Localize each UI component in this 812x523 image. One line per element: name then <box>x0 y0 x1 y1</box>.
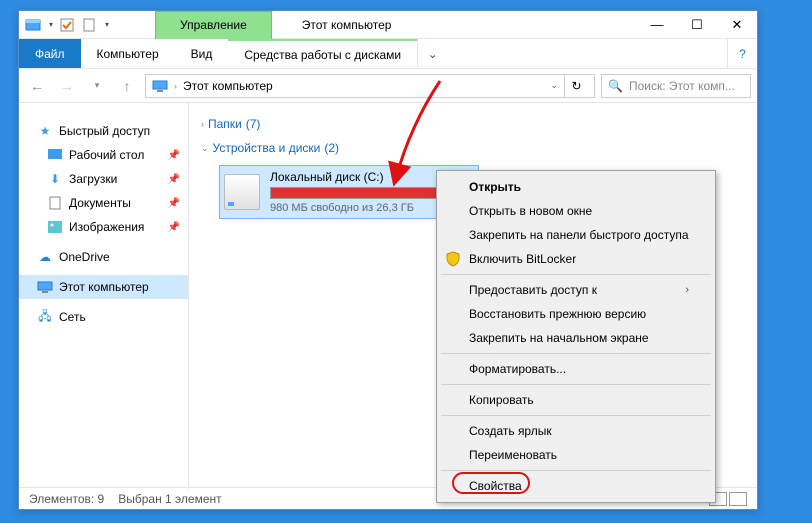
chevron-right-icon: › <box>174 81 177 91</box>
view-tiles-button[interactable] <box>729 492 747 506</box>
network-icon: 🖧 <box>37 309 53 325</box>
search-placeholder: Поиск: Этот комп... <box>629 79 735 93</box>
sidebar-this-pc[interactable]: Этот компьютер <box>19 275 188 299</box>
sidebar-network[interactable]: 🖧Сеть <box>19 305 188 329</box>
picture-icon <box>47 219 63 235</box>
download-icon: ⬇ <box>47 171 63 187</box>
context-menu: Открыть Открыть в новом окне Закрепить н… <box>436 170 716 503</box>
menu-format[interactable]: Форматировать... <box>439 357 713 381</box>
document-icon <box>47 195 63 211</box>
sidebar-documents[interactable]: Документы📌 <box>19 191 188 215</box>
group-folders[interactable]: › Папки (7) <box>201 117 745 131</box>
help-button[interactable]: ? <box>727 39 757 68</box>
menu-pin-quick-access[interactable]: Закрепить на панели быстрого доступа <box>439 223 713 247</box>
pin-icon: 📌 <box>168 174 180 185</box>
cloud-icon: ☁ <box>37 249 53 265</box>
menu-restore-version[interactable]: Восстановить прежнюю версию <box>439 302 713 326</box>
refresh-button[interactable]: ↻ <box>564 74 588 98</box>
address-bar-row: ← → ▾ ↑ › Этот компьютер ⌄ ↻ 🔍 Поиск: Эт… <box>19 69 757 103</box>
app-icon <box>25 17 41 33</box>
menu-bitlocker[interactable]: Включить BitLocker <box>439 247 713 271</box>
search-icon: 🔍 <box>608 79 623 93</box>
qat-overflow[interactable]: ▾ <box>105 20 109 29</box>
sidebar: ★Быстрый доступ Рабочий стол📌 ⬇Загрузки📌… <box>19 103 189 489</box>
menu-open[interactable]: Открыть <box>439 175 713 199</box>
sidebar-onedrive[interactable]: ☁OneDrive <box>19 245 188 269</box>
status-selected: Выбран 1 элемент <box>118 492 221 506</box>
sidebar-desktop[interactable]: Рабочий стол📌 <box>19 143 188 167</box>
window-title: Этот компьютер <box>272 18 422 32</box>
breadcrumb-label: Этот компьютер <box>183 79 273 93</box>
maximize-button[interactable]: ☐ <box>677 11 717 39</box>
menu-rename[interactable]: Переименовать <box>439 443 713 467</box>
menu-copy[interactable]: Копировать <box>439 388 713 412</box>
desktop-icon <box>47 147 63 163</box>
menu-pin-start[interactable]: Закрепить на начальном экране <box>439 326 713 350</box>
sidebar-quick-access[interactable]: ★Быстрый доступ <box>19 119 188 143</box>
pin-icon: 📌 <box>168 150 180 161</box>
ribbon-tabs: Файл Компьютер Вид Средства работы с дис… <box>19 39 757 69</box>
menu-open-new-window[interactable]: Открыть в новом окне <box>439 199 713 223</box>
qat-dropdown[interactable]: ▾ <box>49 20 53 29</box>
menu-properties[interactable]: Свойства <box>439 474 713 498</box>
titlebar: ▾ ▾ Управление Этот компьютер — ☐ ✕ <box>19 11 757 39</box>
breadcrumb[interactable]: › Этот компьютер ⌄ ↻ <box>145 74 595 98</box>
page-icon[interactable] <box>81 17 97 33</box>
menu-give-access[interactable]: Предоставить доступ к› <box>439 278 713 302</box>
status-item-count: Элементов: 9 <box>29 492 104 506</box>
up-button[interactable]: ↑ <box>115 74 139 98</box>
menu-separator <box>441 384 711 385</box>
back-button[interactable]: ← <box>25 74 49 98</box>
chevron-right-icon: › <box>201 119 204 129</box>
computer-icon <box>37 279 53 295</box>
tab-disk-tools[interactable]: Средства работы с дисками <box>228 39 417 68</box>
tab-file[interactable]: Файл <box>19 39 81 68</box>
star-icon: ★ <box>37 123 53 139</box>
sidebar-pictures[interactable]: Изображения📌 <box>19 215 188 239</box>
menu-separator <box>441 470 711 471</box>
forward-button[interactable]: → <box>55 74 79 98</box>
chevron-right-icon: › <box>685 284 689 296</box>
pin-icon: 📌 <box>168 222 180 233</box>
history-dropdown[interactable]: ▾ <box>85 74 109 98</box>
computer-icon <box>152 78 168 94</box>
ribbon-expand-icon[interactable]: ⌄ <box>417 39 447 68</box>
tab-computer[interactable]: Компьютер <box>81 39 175 68</box>
quick-access-toolbar: ▾ ▾ <box>19 17 115 33</box>
minimize-button[interactable]: — <box>637 11 677 39</box>
menu-separator <box>441 415 711 416</box>
group-devices[interactable]: ⌄ Устройства и диски (2) <box>201 141 745 155</box>
drive-icon <box>224 174 260 210</box>
ribbon-contextual-tab[interactable]: Управление <box>155 11 272 39</box>
pin-icon: 📌 <box>168 198 180 209</box>
breadcrumb-dropdown[interactable]: ⌄ <box>550 80 558 91</box>
chevron-down-icon: ⌄ <box>201 143 209 154</box>
menu-separator <box>441 274 711 275</box>
menu-create-shortcut[interactable]: Создать ярлык <box>439 419 713 443</box>
search-input[interactable]: 🔍 Поиск: Этот комп... <box>601 74 751 98</box>
shield-icon <box>445 251 461 267</box>
sidebar-downloads[interactable]: ⬇Загрузки📌 <box>19 167 188 191</box>
menu-separator <box>441 353 711 354</box>
tab-view[interactable]: Вид <box>175 39 229 68</box>
close-button[interactable]: ✕ <box>717 11 757 39</box>
checkbox-icon[interactable] <box>59 17 75 33</box>
